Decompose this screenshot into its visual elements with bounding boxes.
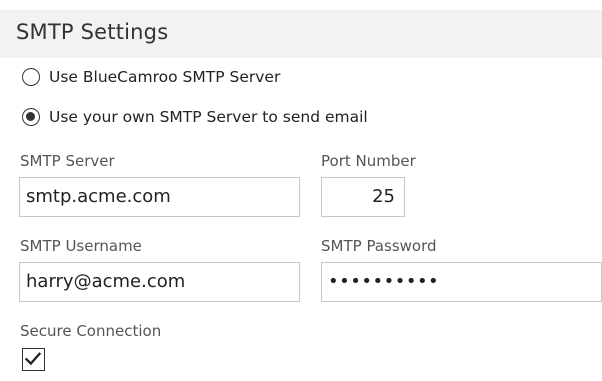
checkmark-icon (24, 352, 42, 366)
radio-button-unselected[interactable] (22, 68, 40, 86)
radio-button-selected[interactable] (22, 108, 40, 126)
smtp-password-input[interactable]: •••••••••• (321, 262, 602, 302)
radio-label-own-smtp: Use your own SMTP Server to send email (49, 108, 368, 126)
page-title: SMTP Settings (16, 20, 169, 44)
radio-option-bluecamroo-smtp[interactable]: Use BlueCamroo SMTP Server (22, 64, 280, 90)
smtp-password-label: SMTP Password (321, 237, 437, 255)
port-number-input[interactable]: 25 (321, 177, 405, 217)
smtp-username-label: SMTP Username (20, 237, 142, 255)
radio-option-own-smtp[interactable]: Use your own SMTP Server to send email (22, 104, 368, 130)
secure-connection-label: Secure Connection (20, 322, 162, 340)
smtp-username-input[interactable]: harry@acme.com (19, 262, 300, 302)
settings-header: SMTP Settings (0, 10, 602, 58)
smtp-server-label: SMTP Server (20, 152, 115, 170)
smtp-server-input[interactable]: smtp.acme.com (19, 177, 300, 217)
port-number-label: Port Number (321, 152, 416, 170)
secure-connection-checkbox[interactable] (22, 348, 45, 371)
radio-selected-dot (26, 112, 35, 121)
radio-label-bluecamroo-smtp: Use BlueCamroo SMTP Server (49, 68, 281, 86)
